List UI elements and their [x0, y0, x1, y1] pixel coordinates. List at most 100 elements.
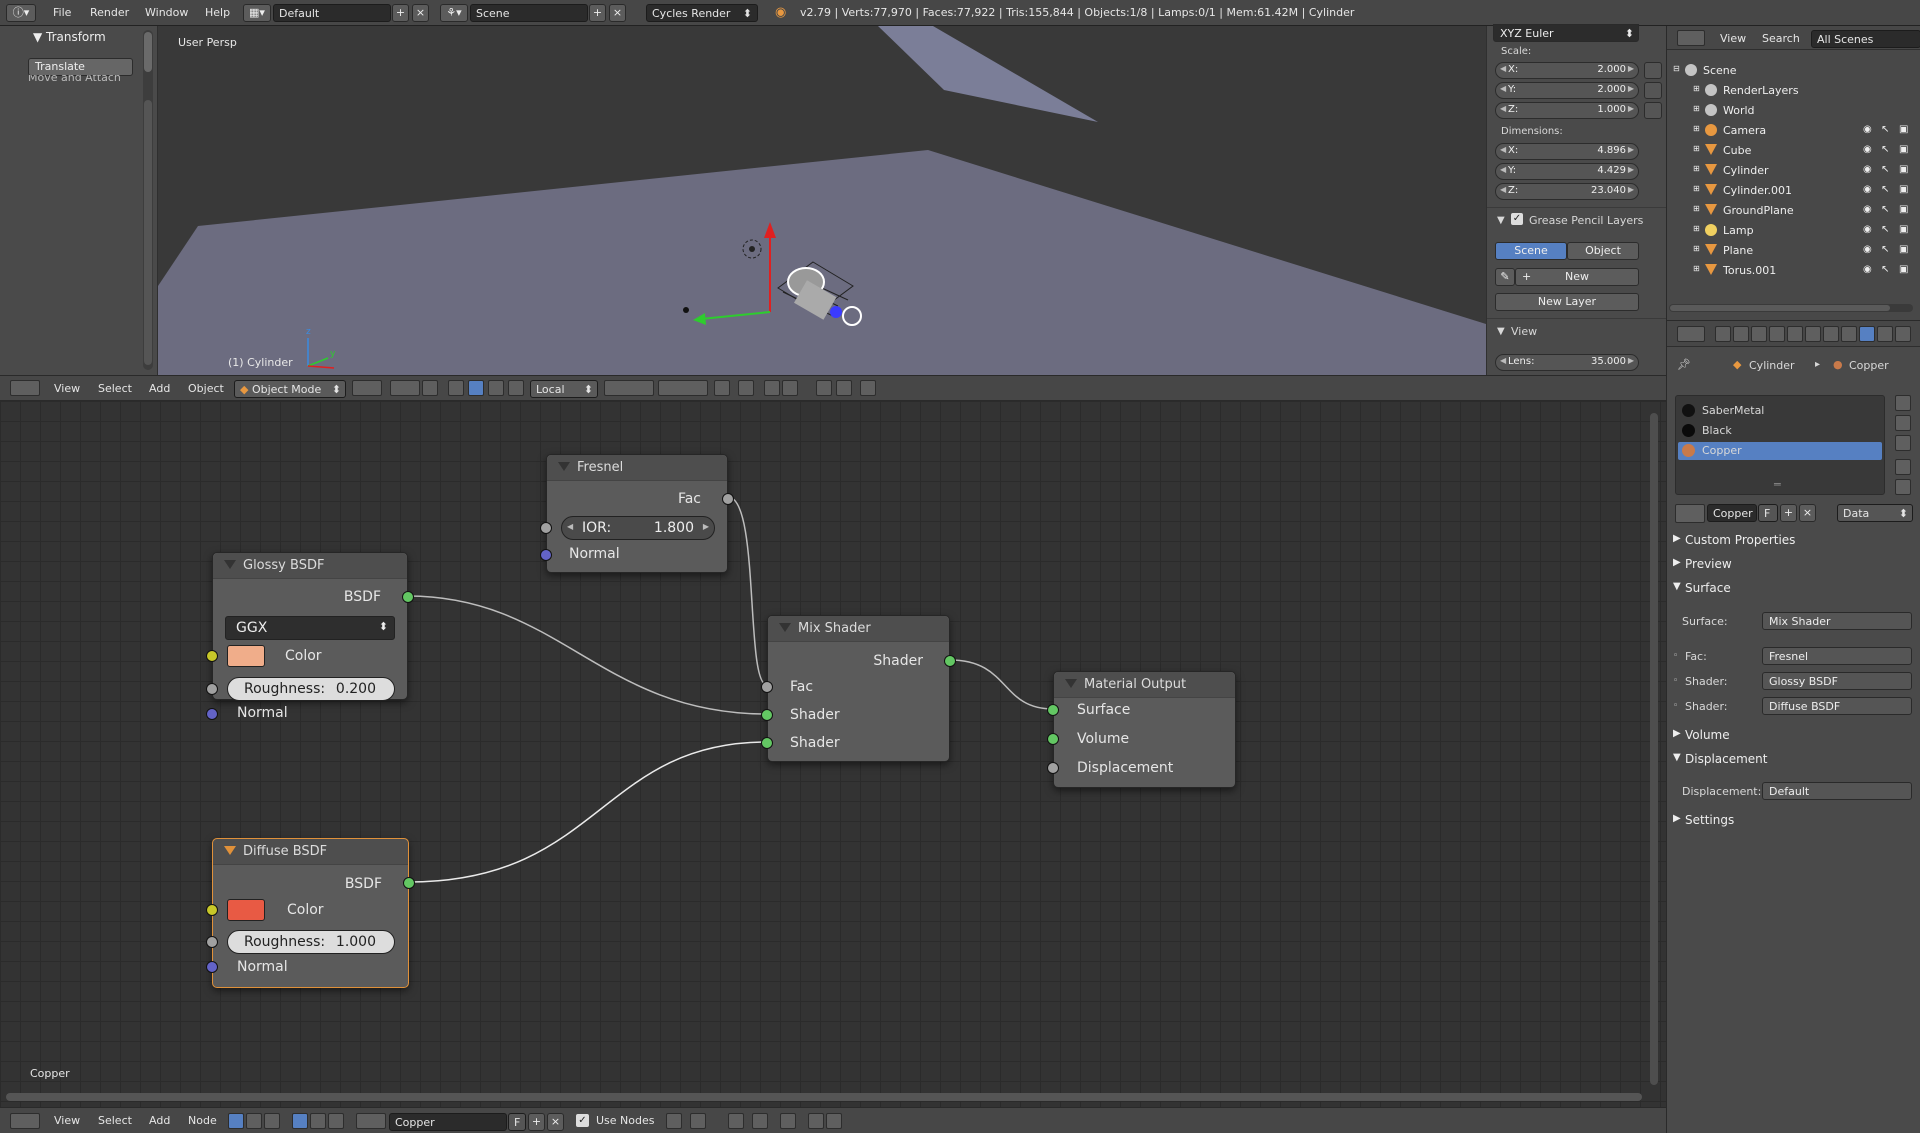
outliner-item[interactable]: ⊞ Plane ◉ ↖ ▣: [1667, 240, 1920, 260]
rotate-manip-icon[interactable]: [468, 380, 484, 396]
output-volume-socket[interactable]: [1047, 733, 1059, 745]
lens-field[interactable]: ◀ Lens: 35.000 ▶: [1495, 354, 1639, 371]
eye-icon[interactable]: ◉: [1863, 164, 1872, 175]
outliner-item[interactable]: ⊞ Cylinder.001 ◉ ↖ ▣: [1667, 180, 1920, 200]
node-menu-add[interactable]: Add: [149, 1114, 170, 1127]
panel-displacement[interactable]: ▼ Displacement: [1671, 750, 1915, 770]
panel-settings[interactable]: ▶ Settings: [1671, 811, 1915, 831]
node-material-field[interactable]: Copper: [389, 1113, 507, 1131]
cursor-icon[interactable]: ↖: [1881, 204, 1889, 215]
mix-shader2-socket[interactable]: [761, 737, 773, 749]
shader2-input-select[interactable]: Diffuse BSDF: [1762, 697, 1912, 715]
cursor-icon[interactable]: ↖: [1881, 144, 1889, 155]
cursor-icon[interactable]: ↖: [1881, 264, 1889, 275]
layout-icon[interactable]: ▦▾: [243, 4, 271, 22]
outliner-filter-select[interactable]: All Scenes: [1811, 30, 1920, 48]
surface-shader-select[interactable]: Mix Shader: [1762, 612, 1912, 630]
cursor-icon[interactable]: ↖: [1881, 184, 1889, 195]
glossy-bsdf-output-socket[interactable]: [402, 591, 414, 603]
list-resize-grip-icon[interactable]: ═: [1774, 478, 1781, 491]
fresnel-fac-output-socket[interactable]: [722, 493, 734, 505]
diffuse-node-header[interactable]: Diffuse BSDF: [213, 839, 408, 865]
eye-icon[interactable]: ◉: [1863, 144, 1872, 155]
menu-window[interactable]: Window: [145, 6, 188, 19]
diffuse-bsdf-node[interactable]: Diffuse BSDF BSDF Color Roughness: 1.000…: [206, 838, 415, 988]
expand-toggle-icon[interactable]: ⊞: [1693, 164, 1700, 173]
outliner-item[interactable]: ⊞ Lamp ◉ ↖ ▣: [1667, 220, 1920, 240]
node-new-material-button[interactable]: +: [528, 1113, 545, 1131]
node-fake-user-button[interactable]: F: [508, 1113, 526, 1131]
menu-file[interactable]: File: [53, 6, 71, 19]
info-editor-type-button[interactable]: ⓘ▾: [6, 4, 36, 22]
scene-field[interactable]: Scene: [470, 4, 588, 22]
glossy-roughness-field[interactable]: Roughness: 0.200: [227, 677, 395, 701]
diffuse-roughness-field[interactable]: Roughness: 1.000: [227, 930, 395, 954]
camera-render-icon[interactable]: ▣: [1899, 164, 1908, 175]
fresnel-normal-socket[interactable]: [540, 549, 552, 561]
physics-tab-icon[interactable]: [1895, 326, 1911, 342]
outliner-menu-search[interactable]: Search: [1762, 32, 1800, 45]
mix-shader-node[interactable]: Mix Shader Shader Fac Shader Shader: [761, 615, 956, 762]
fac-input-select[interactable]: Fresnel: [1762, 647, 1912, 665]
scale-manip-icon[interactable]: [508, 380, 524, 396]
lock-icon[interactable]: [1644, 82, 1662, 99]
node-menu-node[interactable]: Node: [188, 1114, 217, 1127]
render-engine-select[interactable]: Cycles Render ⬍: [646, 4, 758, 22]
outliner-item[interactable]: ⊞ Cylinder ◉ ↖ ▣: [1667, 160, 1920, 180]
cursor-icon[interactable]: ↖: [1881, 164, 1889, 175]
expand-toggle-icon[interactable]: ⊟: [1673, 64, 1680, 73]
render-icon[interactable]: [816, 380, 832, 396]
layout-remove-button[interactable]: ×: [412, 4, 429, 22]
outliner-type-button[interactable]: [1677, 30, 1705, 46]
camera-render-icon[interactable]: ▣: [1899, 184, 1908, 195]
fresnel-node-header[interactable]: Fresnel: [547, 455, 727, 481]
modifiers-tab-icon[interactable]: [1823, 326, 1839, 342]
outliner-item[interactable]: ⊞ RenderLayers: [1667, 80, 1920, 100]
diffuse-color-swatch[interactable]: [227, 899, 265, 921]
outliner-item[interactable]: ⊞ GroundPlane ◉ ↖ ▣: [1667, 200, 1920, 220]
expand-toggle-icon[interactable]: ⊞: [1693, 184, 1700, 193]
dim-y-field[interactable]: ◀ Y: 4.429 ▶: [1495, 163, 1639, 180]
node-editor-type-button[interactable]: [10, 1113, 40, 1129]
render-tab-icon[interactable]: [1715, 326, 1731, 342]
expand-toggle-icon[interactable]: ⊞: [1693, 264, 1700, 273]
paste-nodes-icon[interactable]: [808, 1113, 824, 1129]
mix-node-header[interactable]: Mix Shader: [768, 616, 949, 642]
eye-icon[interactable]: ◉: [1863, 204, 1872, 215]
link-data-select[interactable]: Data ⬍: [1837, 504, 1913, 522]
scale-x-field[interactable]: ◀ X: 2.000 ▶: [1495, 62, 1639, 79]
output-node-header[interactable]: Material Output: [1054, 672, 1235, 698]
cursor-icon[interactable]: ↖: [1881, 124, 1889, 135]
expand-toggle-icon[interactable]: ⊞: [1693, 84, 1700, 93]
paste-nodes-icon[interactable]: [826, 1113, 842, 1129]
scale-z-field[interactable]: ◀ Z: 1.000 ▶: [1495, 102, 1639, 119]
scene-remove-button[interactable]: ×: [609, 4, 626, 22]
menu-add[interactable]: Add: [149, 382, 170, 395]
material-slot-item-selected[interactable]: Copper: [1678, 442, 1882, 460]
glossy-bsdf-node[interactable]: Glossy BSDF BSDF GGX ⬍ Color Roughness: …: [206, 552, 414, 721]
texture-tab-icon[interactable]: [1877, 326, 1893, 342]
snap-icon[interactable]: [690, 1113, 706, 1129]
camera-render-icon[interactable]: ▣: [1899, 224, 1908, 235]
scene-icon[interactable]: ⚘▾: [440, 4, 468, 22]
glossy-node-header[interactable]: Glossy BSDF: [213, 553, 407, 579]
collapse-triangle-icon[interactable]: ▼: [1497, 326, 1505, 337]
data-tab-icon[interactable]: [1841, 326, 1857, 342]
eye-icon[interactable]: ◉: [1863, 124, 1872, 135]
fake-user-button[interactable]: F: [1758, 504, 1778, 522]
transform-panel-header[interactable]: ▼ Transform: [8, 30, 141, 48]
move-down-button[interactable]: [1895, 479, 1911, 495]
backdrop-icon[interactable]: [666, 1113, 682, 1129]
slot-specials-button[interactable]: [1895, 435, 1911, 451]
glossy-color-swatch[interactable]: [227, 645, 265, 667]
eye-icon[interactable]: ◉: [1863, 224, 1872, 235]
panel-surface[interactable]: ▼ Surface: [1671, 579, 1915, 599]
layout-add-button[interactable]: +: [392, 4, 409, 22]
node-menu-view[interactable]: View: [54, 1114, 80, 1127]
output-surface-socket[interactable]: [1047, 704, 1059, 716]
toolshelf-scrollbar[interactable]: [143, 30, 153, 370]
expand-toggle-icon[interactable]: ⊞: [1693, 144, 1700, 153]
mix-fac-socket[interactable]: [761, 681, 773, 693]
material-browse-button[interactable]: [1675, 504, 1705, 523]
outliner-item[interactable]: ⊟ Scene: [1667, 60, 1920, 80]
